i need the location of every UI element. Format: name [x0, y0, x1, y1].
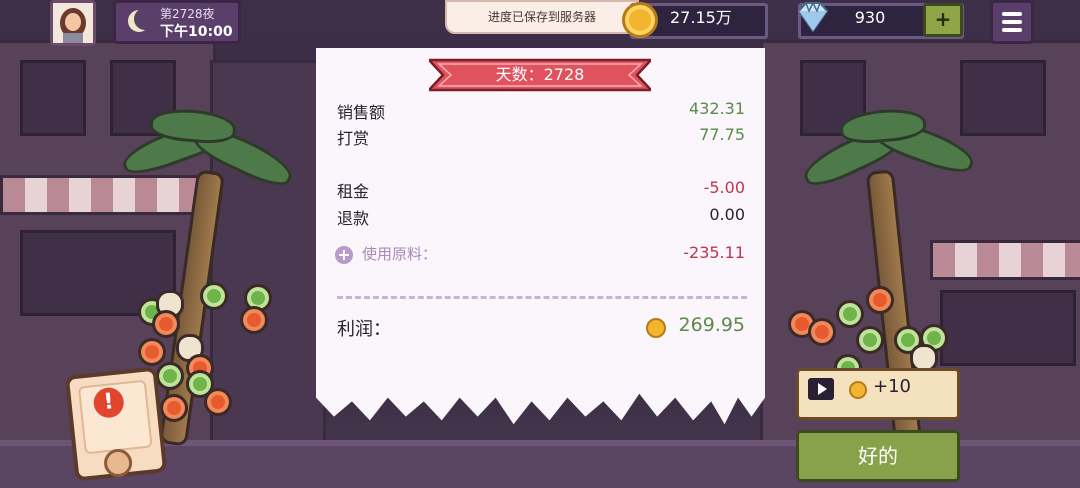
refund-label: 退款: [337, 209, 370, 228]
night-number: 第2728夜: [160, 7, 215, 21]
profit-label: 利润：: [337, 319, 391, 340]
player-avatar[interactable]: [50, 0, 96, 46]
tomato-slice: [152, 310, 180, 338]
coin-icon: [849, 381, 867, 399]
day-banner: 天数：2728: [495, 65, 585, 84]
window: [20, 60, 86, 136]
awning: [0, 175, 216, 215]
tomato-slice: [160, 394, 188, 422]
rent-label: 租金: [337, 182, 370, 201]
lime-slice: [856, 326, 884, 354]
save-toast: 进度已保存到服务器: [445, 0, 639, 34]
hamburger-icon-bar: [1002, 20, 1022, 24]
tomato-slice: [204, 388, 232, 416]
rent-value: -5.00: [703, 178, 745, 197]
refund-value: 0.00: [709, 205, 745, 224]
night-counter: 第2728夜 下午10:00: [113, 0, 241, 44]
moon-icon: [134, 8, 156, 30]
profit-value: 269.95: [678, 314, 745, 336]
hamburger-icon: [1002, 12, 1022, 16]
shop-window: [940, 290, 1076, 366]
lime-slice: [200, 282, 228, 310]
materials-value: -235.11: [683, 243, 745, 262]
building-mid-left: [210, 60, 326, 446]
diamond-icon: [797, 1, 829, 33]
coin-icon: [646, 318, 666, 338]
tomato-slice: [808, 318, 836, 346]
game-time: 下午10:00: [160, 24, 233, 40]
coin-icon: [622, 2, 658, 38]
tomato-slice: [138, 338, 166, 366]
hamburger-icon-bar: [1002, 28, 1022, 32]
ad-reward-label: +10: [873, 376, 911, 397]
sales-label: 销售额: [337, 103, 386, 122]
expand-materials-icon[interactable]: +: [335, 246, 353, 264]
coin-balance: 27.15万: [670, 8, 732, 27]
receipt-divider: [337, 296, 747, 299]
avatar-portrait-icon: [53, 3, 93, 43]
materials-label[interactable]: 使用原料：: [362, 243, 437, 264]
tips-value: 77.75: [699, 125, 745, 144]
gem-balance: 930: [854, 8, 886, 27]
video-play-icon: [808, 378, 834, 400]
tomato-slice: [240, 306, 268, 334]
awning: [930, 240, 1080, 280]
menu-button[interactable]: [990, 0, 1034, 44]
window: [960, 60, 1046, 136]
lime-slice: [156, 362, 184, 390]
lime-slice: [836, 300, 864, 328]
add-gems-button[interactable]: +: [923, 3, 963, 37]
tomato-slice: [866, 286, 894, 314]
alert-phone-button[interactable]: !: [64, 366, 168, 482]
ok-button[interactable]: 好的: [796, 430, 960, 482]
card-knob: [102, 447, 134, 479]
tips-label: 打赏: [337, 129, 370, 148]
sales-value: 432.31: [689, 99, 745, 118]
